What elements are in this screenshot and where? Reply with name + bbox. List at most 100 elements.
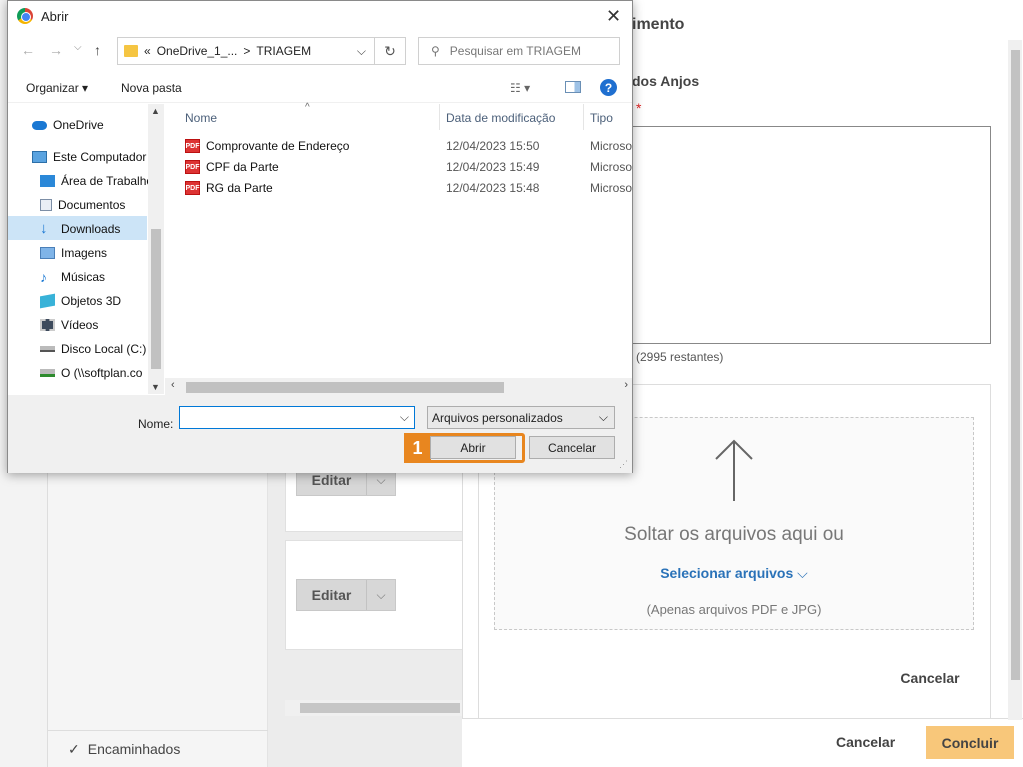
forward-arrow-icon[interactable]: → bbox=[49, 42, 63, 58]
dropzone-text: Soltar os arquivos aqui ou bbox=[624, 524, 844, 545]
folder-icon bbox=[124, 45, 138, 57]
computer-icon bbox=[32, 151, 47, 163]
tree-item-downloads[interactable]: ↓ Downloads bbox=[40, 221, 120, 236]
filetype-value[interactable]: Arquivos personalizados bbox=[432, 411, 563, 425]
tree-item-network-drive[interactable]: O (\\softplan.co bbox=[40, 366, 142, 380]
scroll-up-icon[interactable]: ▲ bbox=[151, 106, 160, 116]
music-icon: ♪ bbox=[40, 269, 47, 285]
address-bar[interactable]: « OneDrive_1_... > TRIAGEM ⌵ bbox=[117, 37, 375, 65]
chevron-down-icon[interactable]: ⌵ bbox=[367, 580, 395, 610]
new-folder-button[interactable]: Nova pasta bbox=[121, 81, 182, 95]
column-header-date[interactable]: Data de modificação bbox=[446, 111, 555, 125]
tree-item-documents[interactable]: Documentos bbox=[40, 198, 125, 212]
refresh-icon[interactable]: ↻ bbox=[374, 37, 406, 65]
edit-button-label[interactable]: Editar bbox=[297, 580, 367, 610]
navigation-bar: ← → ⌵ ↑ « OneDrive_1_... > TRIAGEM ⌵ ↻ ⚲… bbox=[8, 35, 632, 67]
tree-item-label: Músicas bbox=[61, 270, 106, 284]
tree-item-label: Área de Trabalho bbox=[61, 174, 154, 188]
help-icon[interactable]: ? bbox=[600, 79, 617, 96]
cube-icon bbox=[40, 293, 55, 309]
file-row[interactable]: PDF RG da Parte 12/04/2023 15:48 Microso bbox=[185, 178, 632, 198]
tree-item-local-disk[interactable]: Disco Local (C:) bbox=[40, 342, 146, 356]
file-row[interactable]: PDF CPF da Parte 12/04/2023 15:49 Micros… bbox=[185, 157, 632, 177]
address-prefix: « bbox=[144, 44, 151, 58]
tree-item-label: Objetos 3D bbox=[61, 294, 122, 308]
file-type: Microso bbox=[590, 181, 633, 195]
up-arrow-icon[interactable]: ↑ bbox=[94, 42, 101, 58]
file-date: 12/04/2023 15:49 bbox=[446, 160, 540, 174]
column-divider[interactable] bbox=[439, 104, 440, 130]
scroll-left-icon[interactable]: ‹ bbox=[171, 379, 175, 391]
open-file-dialog: Abrir ✕ ← → ⌵ ↑ « OneDrive_1_... > TRIAG… bbox=[7, 0, 633, 473]
dialog-title: Abrir bbox=[41, 8, 69, 24]
dropdown-caret-icon[interactable]: ▾ bbox=[82, 81, 88, 95]
tree-item-label: Disco Local (C:) bbox=[61, 342, 147, 356]
view-options-icon[interactable]: ☷ ▾ bbox=[510, 81, 530, 95]
scroll-down-icon[interactable]: ▼ bbox=[151, 382, 160, 392]
chevron-down-icon[interactable]: ⌵ bbox=[599, 410, 608, 425]
tree-item-label: Imagens bbox=[61, 246, 108, 260]
tree-item-label: Documentos bbox=[58, 198, 126, 212]
filename-input[interactable]: ⌵ bbox=[179, 406, 415, 429]
tree-item-onedrive[interactable]: OneDrive bbox=[32, 118, 104, 132]
drive-icon bbox=[40, 346, 55, 352]
file-name: RG da Parte bbox=[206, 181, 273, 195]
file-row[interactable]: PDF Comprovante de Endereço 12/04/2023 1… bbox=[185, 136, 632, 156]
network-drive-icon bbox=[40, 369, 55, 377]
column-header-name[interactable]: Nome bbox=[185, 111, 217, 125]
filetype-select[interactable]: Arquivos personalizados ⌵ bbox=[427, 406, 615, 429]
tree-item-label: Vídeos bbox=[61, 318, 99, 332]
chevron-down-icon[interactable]: ⌵ bbox=[400, 410, 409, 425]
scroll-right-icon[interactable]: › bbox=[624, 379, 628, 391]
chevron-down-icon[interactable]: ⌵ bbox=[357, 44, 366, 59]
search-field[interactable]: ⚲ Pesquisar em TRIAGEM bbox=[418, 37, 620, 65]
tree-item-videos[interactable]: Vídeos bbox=[40, 318, 98, 332]
dialog-titlebar[interactable]: Abrir bbox=[8, 1, 632, 31]
pdf-file-icon: PDF bbox=[185, 160, 200, 174]
image-icon bbox=[40, 247, 55, 259]
back-arrow-icon[interactable]: ← bbox=[21, 42, 35, 58]
nav-item-encaminhados[interactable]: ✓ Encaminhados bbox=[48, 730, 268, 767]
tree-item-images[interactable]: Imagens bbox=[40, 246, 107, 260]
select-files-link[interactable]: Selecionar arquivos ⌵ bbox=[494, 565, 974, 582]
open-button[interactable]: Abrir bbox=[430, 436, 516, 459]
resize-grip-icon[interactable]: ⋰ bbox=[619, 459, 628, 470]
concluir-button[interactable]: Concluir bbox=[926, 726, 1014, 759]
recent-chevron-icon[interactable]: ⌵ bbox=[74, 42, 82, 53]
cancel-button[interactable]: Cancelar bbox=[836, 734, 895, 750]
video-icon bbox=[40, 319, 55, 331]
scrollbar-thumb[interactable] bbox=[300, 703, 460, 713]
edit-split-button[interactable]: Editar ⌵ bbox=[296, 579, 396, 611]
section-title: dos Anjos bbox=[632, 73, 700, 89]
char-counter: (2995 restantes) bbox=[636, 350, 724, 364]
upload-cancel-button[interactable]: Cancelar bbox=[880, 670, 980, 686]
file-name: CPF da Parte bbox=[206, 160, 279, 174]
file-list: ^ Nome Data de modificação Tipo PDF Comp… bbox=[165, 102, 632, 394]
check-icon: ✓ bbox=[68, 740, 80, 757]
tree-item-music[interactable]: ♪ Músicas bbox=[40, 270, 105, 284]
column-divider[interactable] bbox=[583, 104, 584, 130]
scrollbar-thumb[interactable] bbox=[1011, 50, 1020, 680]
chevron-down-icon[interactable]: ⌵ bbox=[797, 565, 808, 581]
dialog-cancel-button[interactable]: Cancelar bbox=[529, 436, 615, 459]
desktop-icon bbox=[40, 175, 55, 187]
cloud-icon bbox=[32, 120, 47, 130]
tree-item-3d-objects[interactable]: Objetos 3D bbox=[40, 293, 122, 309]
column-header-type[interactable]: Tipo bbox=[590, 111, 613, 125]
description-textarea[interactable] bbox=[620, 126, 991, 344]
tree-item-desktop[interactable]: Área de Trabalho bbox=[40, 174, 153, 188]
scrollbar-thumb[interactable] bbox=[186, 382, 504, 393]
organize-menu[interactable]: Organizar ▾ bbox=[26, 81, 88, 95]
step-badge: 1 bbox=[404, 433, 431, 463]
tree-item-computer[interactable]: Este Computador bbox=[32, 150, 146, 164]
preview-pane-icon[interactable] bbox=[565, 81, 581, 93]
filename-label: Nome: bbox=[138, 417, 174, 431]
breadcrumb-current[interactable]: TRIAGEM bbox=[256, 44, 311, 58]
close-icon[interactable]: ✕ bbox=[606, 6, 621, 27]
dialog-toolbar: Organizar ▾ Nova pasta ☷ ▾ ? bbox=[8, 73, 632, 103]
scrollbar-thumb[interactable] bbox=[151, 229, 161, 369]
organize-label[interactable]: Organizar bbox=[26, 81, 79, 95]
document-icon bbox=[40, 199, 52, 211]
breadcrumb-folder[interactable]: OneDrive_1_... bbox=[157, 44, 238, 58]
select-files-label[interactable]: Selecionar arquivos bbox=[660, 565, 793, 581]
